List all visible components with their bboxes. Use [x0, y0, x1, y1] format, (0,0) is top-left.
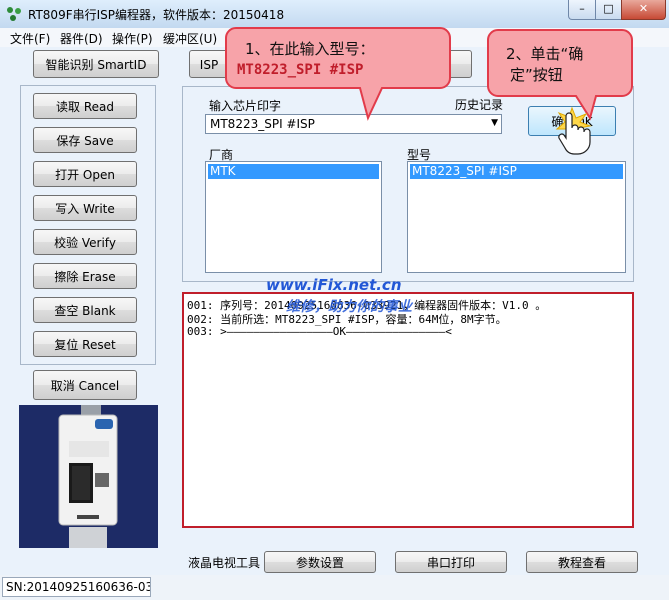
callout-2-line1: 2、单击“确 — [506, 45, 584, 63]
callout-2-line2: 定”按钮 — [510, 66, 563, 84]
callout-layer — [225, 27, 633, 155]
callout-1-line2: MT8223_SPI #ISP — [237, 62, 364, 78]
app-window: RT809F串行ISP编程器，软件版本：20150418 – □ ✕ 文件(F)… — [0, 0, 669, 600]
callout-1-line1: 1、在此输入型号： — [245, 40, 375, 58]
